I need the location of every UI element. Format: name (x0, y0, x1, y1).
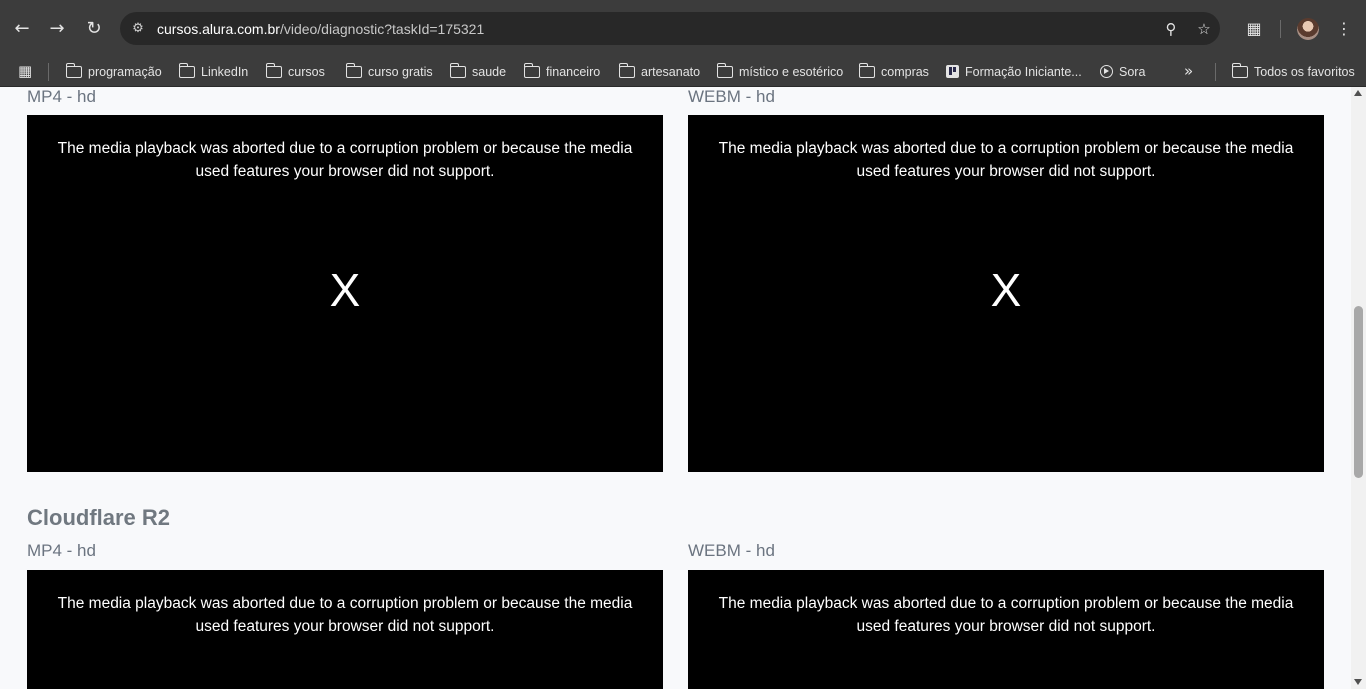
bookmarks-divider (48, 63, 49, 81)
bookmarks-divider (1215, 63, 1216, 81)
zoom-icon[interactable]: ⚲ (1161, 19, 1181, 39)
folder-icon (618, 62, 635, 78)
format-label-webm: WEBM - hd (688, 87, 775, 106)
bookmark-label: místico e esotérico (739, 64, 844, 79)
bookmark-saude[interactable]: saude (449, 56, 507, 87)
video-player-webm[interactable]: The media playback was aborted due to a … (688, 570, 1324, 689)
bookmark-label: compras (881, 64, 929, 79)
folder-icon (265, 62, 282, 78)
scroll-down-arrow-icon[interactable] (1354, 679, 1362, 685)
format-label-mp4: MP4 - hd (27, 541, 96, 560)
bookmark-sora[interactable]: Sora (1100, 56, 1145, 87)
error-x-icon: X (329, 264, 361, 316)
folder-icon (523, 62, 540, 78)
bookmark-label: programação (88, 64, 162, 79)
playback-error-message: The media playback was aborted due to a … (57, 140, 633, 180)
scroll-up-arrow-icon[interactable] (1354, 90, 1362, 96)
bookmark-mistico-e-esoterico[interactable]: místico e esotérico (716, 56, 844, 87)
bookmark-label: cursos (288, 64, 325, 79)
bookmarks-bar: ▦ programação LinkedIn cursos curso grat… (0, 56, 1366, 87)
folder-icon (178, 62, 195, 78)
forward-arrow-icon[interactable]: → (45, 16, 69, 40)
extensions-icon[interactable]: ▦ (1242, 16, 1266, 40)
menu-kebab-icon[interactable]: ⋮ (1332, 16, 1356, 40)
bookmark-label: LinkedIn (201, 64, 249, 79)
bookmark-formacao-iniciante[interactable]: Formação Iniciante... (946, 56, 1082, 87)
bookmark-label: Formação Iniciante... (965, 64, 1082, 79)
more-bookmarks-chevron-icon[interactable]: » (1184, 62, 1193, 80)
format-label-mp4: MP4 - hd (27, 87, 96, 106)
site-info-icon[interactable]: ⚙ (128, 18, 148, 38)
sora-icon (1100, 65, 1113, 78)
video-player-mp4[interactable]: The media playback was aborted due to a … (27, 570, 663, 689)
bookmark-curso-gratis[interactable]: curso gratis (345, 56, 433, 87)
back-arrow-icon[interactable]: ← (10, 16, 34, 40)
trello-icon (946, 65, 959, 78)
playback-error-message: The media playback was aborted due to a … (57, 595, 633, 635)
bookmark-label: Sora (1119, 64, 1146, 79)
bookmark-label: artesanato (641, 64, 701, 79)
vertical-scrollbar[interactable] (1351, 87, 1366, 689)
error-x-icon: X (990, 264, 1022, 316)
apps-grid-icon[interactable]: ▦ (18, 63, 34, 79)
page-content: MP4 - hd WEBM - hd The media playback wa… (0, 87, 1351, 689)
reload-icon[interactable]: ↻ (82, 16, 106, 40)
folder-icon (716, 62, 733, 78)
folder-icon (345, 62, 362, 78)
video-player-webm[interactable]: The media playback was aborted due to a … (688, 115, 1324, 472)
video-player-mp4[interactable]: The media playback was aborted due to a … (27, 115, 663, 472)
folder-icon (65, 62, 82, 78)
address-bar[interactable]: ⚙ cursos.alura.com.br/video/diagnostic?t… (120, 12, 1220, 45)
all-bookmarks-button[interactable]: Todos os favoritos (1231, 56, 1355, 87)
bookmark-label: curso gratis (368, 64, 433, 79)
bookmark-label: saude (472, 64, 507, 79)
folder-icon (449, 62, 466, 78)
format-label-webm: WEBM - hd (688, 541, 775, 560)
bookmark-programacao[interactable]: programação (65, 56, 162, 87)
scrollbar-thumb[interactable] (1354, 306, 1363, 478)
bookmark-financeiro[interactable]: financeiro (523, 56, 601, 87)
profile-avatar[interactable] (1297, 18, 1319, 40)
bookmark-label: Todos os favoritos (1254, 64, 1355, 79)
bookmark-artesanato[interactable]: artesanato (618, 56, 701, 87)
url-text[interactable]: cursos.alura.com.br/video/diagnostic?tas… (157, 21, 484, 37)
bookmark-cursos[interactable]: cursos (265, 56, 325, 87)
bookmark-compras[interactable]: compras (858, 56, 929, 87)
bookmark-linkedin[interactable]: LinkedIn (178, 56, 249, 87)
bookmark-label: financeiro (546, 64, 601, 79)
playback-error-message: The media playback was aborted due to a … (718, 140, 1294, 180)
playback-error-message: The media playback was aborted due to a … (718, 595, 1294, 635)
folder-icon (858, 62, 875, 78)
bookmark-star-icon[interactable]: ☆ (1194, 19, 1214, 39)
section-title-cloudflare: Cloudflare R2 (27, 505, 171, 530)
toolbar-divider (1280, 20, 1281, 38)
folder-icon (1231, 62, 1248, 78)
browser-toolbar: ← → ↻ ⚙ cursos.alura.com.br/video/diagno… (0, 0, 1366, 56)
